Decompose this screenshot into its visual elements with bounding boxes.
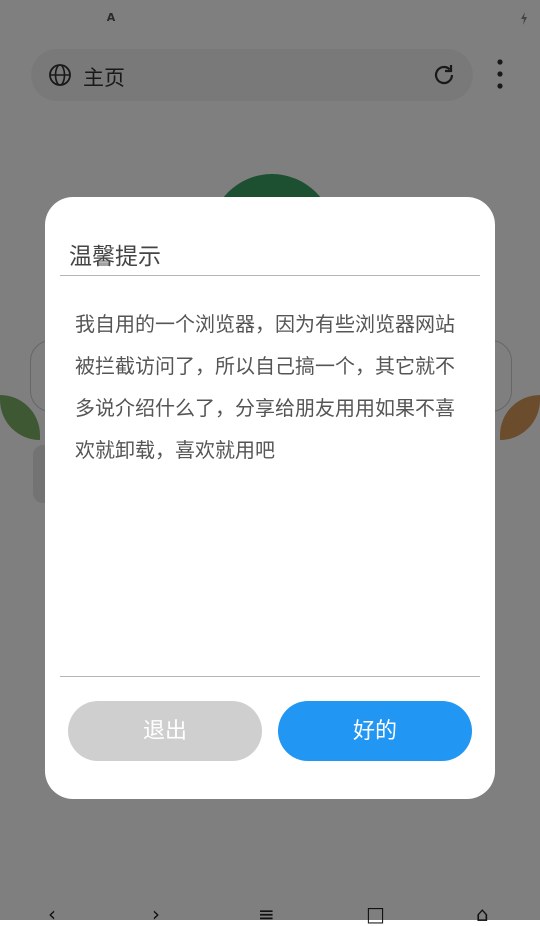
divider	[60, 676, 480, 677]
dialog-message: 我自用的一个浏览器，因为有些浏览器网站被拦截访问了，所以自己搞一个，其它就不多说…	[75, 312, 455, 462]
ok-button[interactable]: 好的	[278, 701, 472, 761]
dialog-title: 温馨提示	[69, 244, 161, 270]
notice-dialog: 温馨提示 我自用的一个浏览器，因为有些浏览器网站被拦截访问了，所以自己搞一个，其…	[45, 197, 495, 799]
divider	[60, 275, 480, 276]
exit-button[interactable]: 退出	[68, 701, 262, 761]
